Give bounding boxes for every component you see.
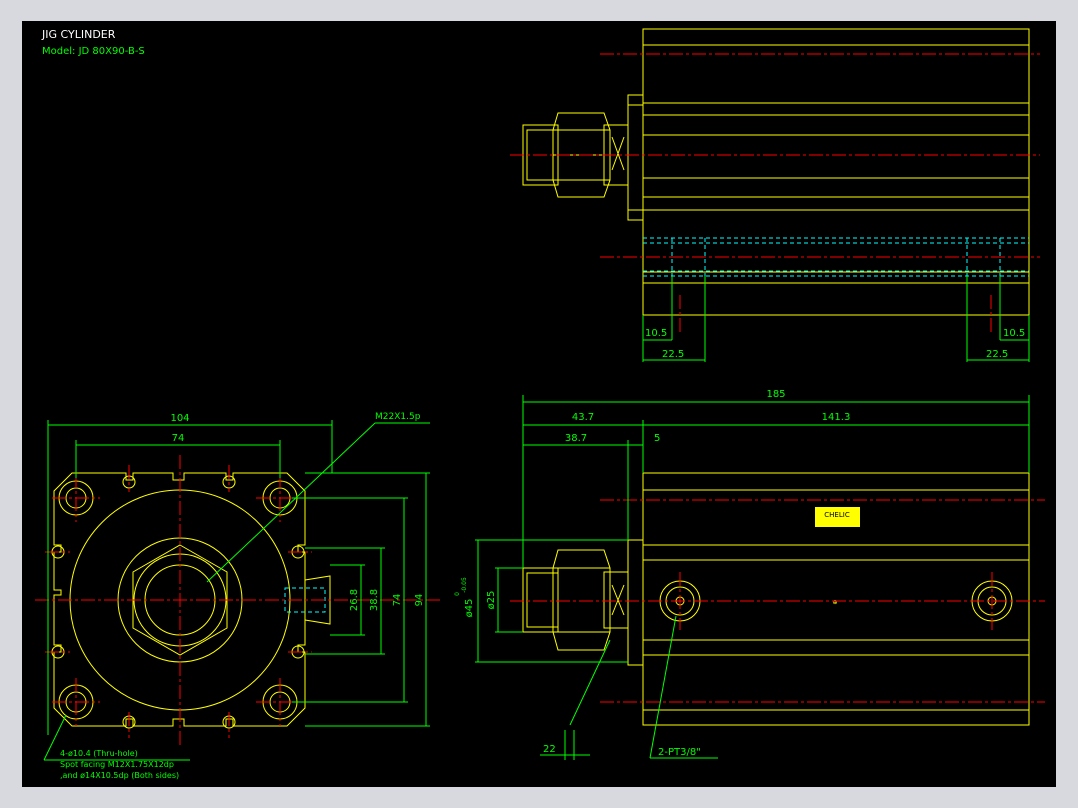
drawing-model: Model: JD 80X90-B-S bbox=[42, 46, 145, 57]
side-dim-body: 141.3 bbox=[822, 412, 851, 423]
cad-viewport[interactable]: JIG CYLINDER Model: JD 80X90-B-S 10.5 22… bbox=[22, 21, 1056, 787]
front-dim-height-inner: 74 bbox=[392, 594, 403, 607]
front-dim-port-small: 26.8 bbox=[349, 589, 360, 611]
side-dim-total: 185 bbox=[766, 389, 785, 400]
front-dim-width-inner: 74 bbox=[172, 433, 185, 444]
side-dim-flange: 5 bbox=[654, 433, 660, 444]
side-dim-dia-inner: ø25 bbox=[486, 591, 497, 610]
top-dim-right-inner: 10.5 bbox=[1003, 328, 1025, 339]
front-view: 104 74 26.8 38.8 74 94 M22X1.5p 4-ø10.4 … bbox=[35, 412, 440, 780]
side-dim-bottom: 22 bbox=[543, 744, 556, 755]
side-view: CHELIC ⊕ 185 43.7 141.3 38.7 5 ø45 0 -0.… bbox=[454, 389, 1045, 760]
port-callout: 2-PT3/8" bbox=[658, 747, 701, 758]
side-dim-dia-tol-upper: 0 bbox=[454, 592, 461, 596]
thread-callout: M22X1.5p bbox=[375, 412, 421, 422]
front-dim-width-outer: 104 bbox=[170, 413, 189, 424]
side-dim-rod: 38.7 bbox=[565, 433, 587, 444]
hole-note-line1: 4-ø10.4 (Thru-hole) bbox=[60, 749, 138, 758]
hole-note-line2: Spot facing M12X1.75X12dp bbox=[60, 760, 174, 769]
drawing-title: JIG CYLINDER bbox=[41, 28, 116, 41]
front-dim-port-large: 38.8 bbox=[369, 589, 380, 611]
cad-drawing: JIG CYLINDER Model: JD 80X90-B-S 10.5 22… bbox=[35, 28, 1045, 780]
side-dim-dia-outer: ø45 bbox=[464, 599, 475, 618]
top-dim-left-outer: 22.5 bbox=[662, 349, 684, 360]
top-dim-right-outer: 22.5 bbox=[986, 349, 1008, 360]
top-view: 10.5 22.5 10.5 22.5 bbox=[510, 28, 1040, 362]
side-dim-rod-ext: 43.7 bbox=[572, 412, 594, 423]
center-mark: ⊕ bbox=[832, 599, 837, 606]
hole-note-line3: ,and ø14X10.5dp (Both sides) bbox=[60, 771, 179, 780]
front-dim-height-outer: 94 bbox=[414, 594, 425, 607]
nameplate-text: CHELIC bbox=[824, 511, 850, 519]
side-dim-dia-tol-lower: -0.05 bbox=[461, 577, 468, 593]
top-dim-left-inner: 10.5 bbox=[645, 328, 667, 339]
